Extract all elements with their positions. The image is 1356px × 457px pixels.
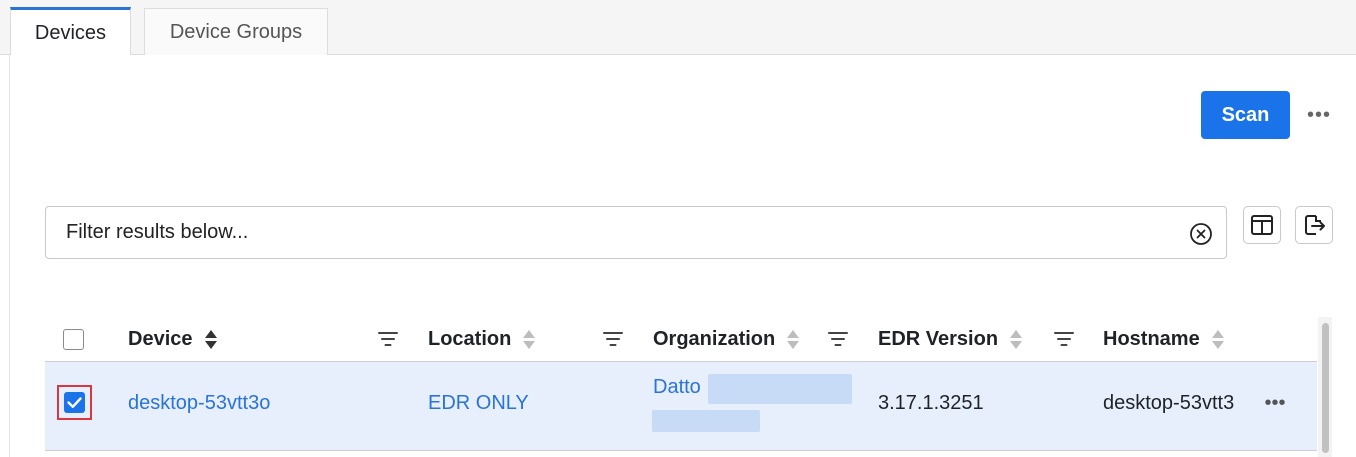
edr-version-value: 3.17.1.3251 xyxy=(878,392,984,414)
row-checkbox[interactable] xyxy=(64,392,85,413)
column-label: Location xyxy=(428,328,512,350)
columns-icon xyxy=(1251,215,1273,235)
row-more-actions-button[interactable]: ••• xyxy=(1261,391,1289,415)
filter-box xyxy=(45,206,1227,259)
scan-button[interactable]: Scan xyxy=(1201,91,1290,139)
column-header-hostname[interactable]: Hostname xyxy=(1103,317,1224,362)
table-row[interactable]: desktop-53vtt3o EDR ONLY Datto 3.17.1.32… xyxy=(45,362,1317,451)
sort-icon[interactable] xyxy=(1211,329,1224,351)
clear-circle-icon[interactable] xyxy=(1189,222,1213,246)
column-header-location[interactable]: Location xyxy=(428,317,536,362)
device-link[interactable]: desktop-53vtt3o xyxy=(128,392,270,415)
export-icon xyxy=(1305,215,1325,235)
sort-icon[interactable] xyxy=(787,329,800,351)
column-filter-icon[interactable] xyxy=(602,329,624,349)
filter-input[interactable] xyxy=(66,207,1176,258)
sort-ascending-icon[interactable] xyxy=(204,329,217,351)
row-checkbox-highlight xyxy=(57,385,92,420)
organization-link[interactable]: Datto xyxy=(653,376,701,399)
location-link[interactable]: EDR ONLY xyxy=(428,392,529,415)
column-filter-icon[interactable] xyxy=(377,329,399,349)
column-header-edr-version[interactable]: EDR Version xyxy=(878,317,1023,362)
columns-button[interactable] xyxy=(1243,206,1281,244)
sort-icon[interactable] xyxy=(523,329,536,351)
table-header: Device Location Organization EDR Version… xyxy=(45,317,1317,362)
select-all-checkbox[interactable] xyxy=(63,329,84,350)
export-button[interactable] xyxy=(1295,206,1333,244)
redacted-block xyxy=(708,374,852,404)
scrollbar-thumb[interactable] xyxy=(1322,323,1329,453)
column-filter-icon[interactable] xyxy=(827,329,849,349)
checkmark-icon xyxy=(67,397,82,408)
column-filter-icon[interactable] xyxy=(1053,329,1075,349)
column-header-device[interactable]: Device xyxy=(128,317,217,362)
column-label: Hostname xyxy=(1103,328,1200,350)
column-label: Device xyxy=(128,328,193,350)
column-header-organization[interactable]: Organization xyxy=(653,317,800,362)
column-label: Organization xyxy=(653,328,776,350)
hostname-value: desktop-53vtt3 xyxy=(1103,392,1235,414)
sort-icon[interactable] xyxy=(1010,329,1023,351)
tab-devices[interactable]: Devices xyxy=(10,7,131,56)
more-actions-button[interactable]: ••• xyxy=(1305,103,1333,127)
redacted-block xyxy=(652,410,760,432)
tab-device-groups[interactable]: Device Groups xyxy=(144,8,328,55)
tab-bar: Devices Device Groups xyxy=(0,0,1356,56)
column-label: EDR Version xyxy=(878,328,999,350)
